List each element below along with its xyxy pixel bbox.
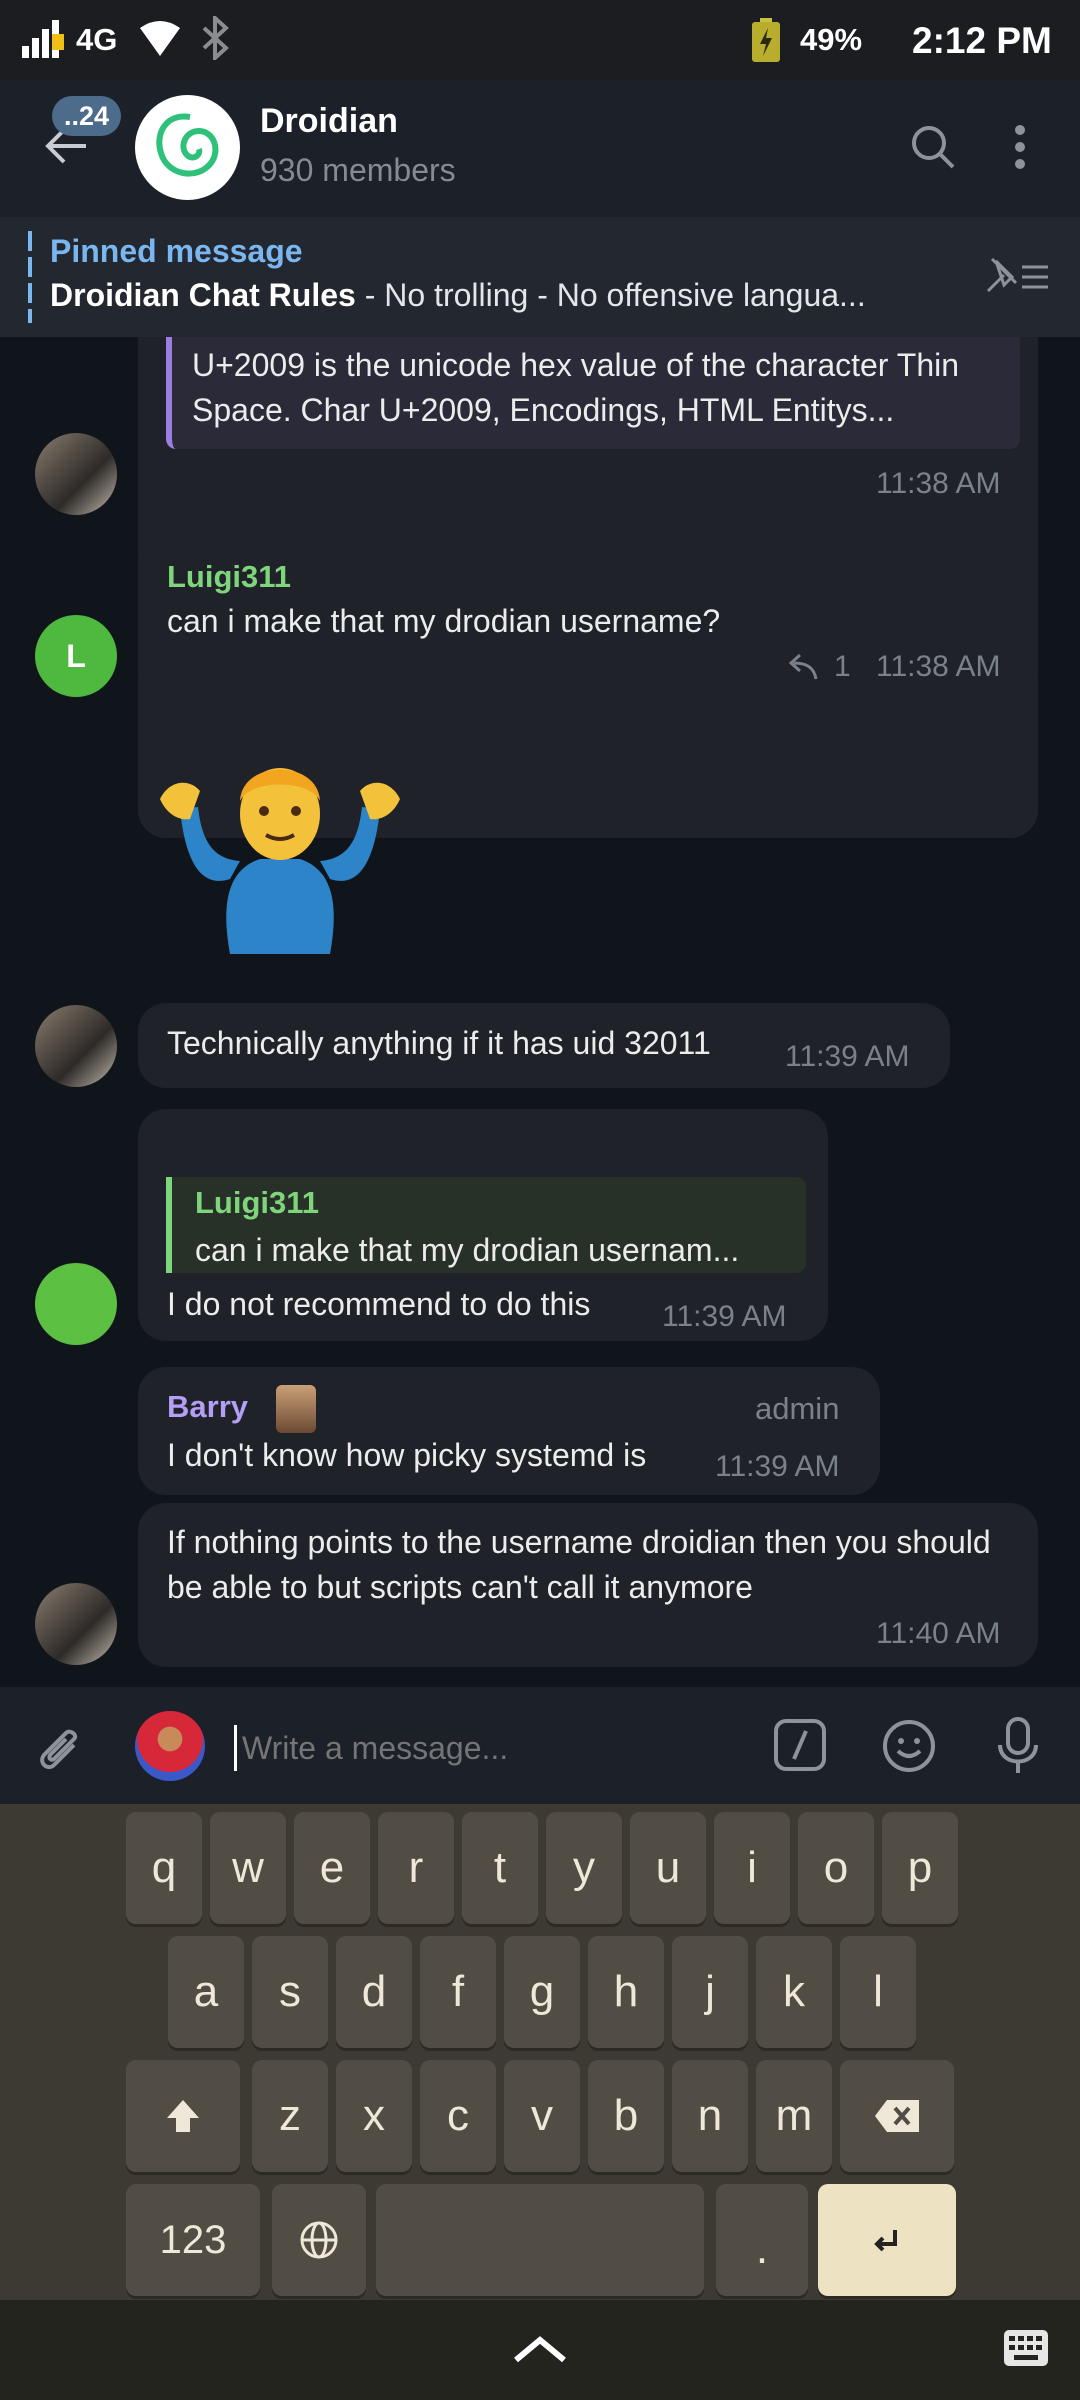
message-text: can i make that my drodian username? (167, 603, 721, 639)
key-d[interactable]: d (336, 1936, 412, 2048)
key-j[interactable]: j (672, 1936, 748, 2048)
numbers-key[interactable]: 123 (126, 2184, 260, 2296)
key-q[interactable]: q (126, 1812, 202, 1924)
mic-icon[interactable] (996, 1717, 1040, 1775)
user-avatar[interactable] (35, 1005, 117, 1087)
message-time: 11:38 AM (876, 467, 1001, 500)
message-author[interactable]: Luigi311 (167, 559, 291, 595)
enter-key[interactable] (818, 2184, 956, 2296)
key-z[interactable]: z (252, 2060, 328, 2172)
more-vert-icon[interactable] (1012, 124, 1028, 170)
message-composer (0, 1687, 1080, 1804)
bluetooth-icon (200, 16, 230, 60)
message-list[interactable]: U+2009 is the unicode hex value of the c… (0, 337, 1080, 1687)
message-time: 11:39 AM (785, 1040, 910, 1073)
key-k[interactable]: k (756, 1936, 832, 2048)
pinned-label: Pinned message (50, 233, 303, 269)
command-icon[interactable] (774, 1719, 826, 1771)
key-f[interactable]: f (420, 1936, 496, 2048)
key-y[interactable]: y (546, 1812, 622, 1924)
status-bar: 4G 49% 2:12 PM (0, 0, 1080, 80)
shift-key[interactable] (126, 2060, 240, 2172)
key-a[interactable]: a (168, 1936, 244, 2048)
search-icon[interactable] (910, 124, 956, 170)
pinned-preview: - No trolling - No offensive langua... (355, 277, 866, 313)
chat-title[interactable]: Droidian (260, 102, 398, 141)
key-b[interactable]: b (588, 2060, 664, 2172)
user-avatar[interactable] (35, 1583, 117, 1665)
self-avatar[interactable] (135, 1711, 205, 1781)
pinned-indicator (28, 231, 32, 323)
message-text: I don't know how picky systemd is (167, 1437, 647, 1473)
text-cursor (234, 1725, 237, 1771)
user-avatar[interactable]: L (35, 615, 117, 697)
key-e[interactable]: e (294, 1812, 370, 1924)
key-u[interactable]: u (630, 1812, 706, 1924)
emoji-icon[interactable] (882, 1719, 936, 1773)
shrug-sticker[interactable] (160, 749, 400, 969)
battery-percent: 49% (800, 22, 863, 57)
message-time: 11:39 AM (662, 1300, 787, 1333)
quote-author: Luigi311 (195, 1185, 320, 1220)
key-p[interactable]: p (882, 1812, 958, 1924)
message-text: Technically anything if it has uid 32011 (167, 1025, 711, 1061)
group-avatar[interactable] (135, 95, 240, 200)
network-type: 4G (76, 22, 118, 57)
shift-icon (167, 2100, 199, 2132)
reply-count[interactable]: 1 (834, 650, 851, 684)
backspace-key[interactable] (840, 2060, 954, 2172)
key-h[interactable]: h (588, 1936, 664, 2048)
chat-header: ..24 Droidian 930 members (0, 80, 1080, 217)
user-avatar[interactable] (35, 1263, 117, 1345)
key-o[interactable]: o (798, 1812, 874, 1924)
wifi-icon (140, 20, 180, 56)
enter-icon (874, 2230, 897, 2252)
unpin-list-icon[interactable] (982, 251, 1052, 301)
admin-badge: admin (755, 1391, 840, 1426)
user-avatar[interactable] (35, 433, 117, 515)
pinned-message-bar[interactable]: Pinned message Droidian Chat Rules - No … (0, 217, 1080, 337)
key-v[interactable]: v (504, 2060, 580, 2172)
period-key[interactable]: . (716, 2184, 808, 2296)
pinned-content: Droidian Chat Rules - No trolling - No o… (50, 277, 950, 314)
language-key[interactable] (272, 2184, 366, 2296)
key-w[interactable]: w (210, 1812, 286, 1924)
user-emoji-badge (276, 1385, 316, 1433)
battery-icon (752, 18, 780, 62)
message-input[interactable] (240, 1721, 744, 1775)
message-time: 11:40 AM (876, 1617, 1001, 1650)
member-count: 930 members (260, 152, 456, 188)
unread-badge: ..24 (52, 96, 122, 136)
message-author[interactable]: Barry (167, 1389, 248, 1425)
clock: 2:12 PM (912, 20, 1052, 61)
soft-keyboard: q w e r t y u i o p a s d f g h j k l z … (0, 1804, 1080, 2300)
pinned-title: Droidian Chat Rules (50, 277, 356, 313)
key-m[interactable]: m (756, 2060, 832, 2172)
key-n[interactable]: n (672, 2060, 748, 2172)
message-text: I do not recommend to do this (167, 1286, 591, 1322)
key-r[interactable]: r (378, 1812, 454, 1924)
signal-icon (22, 20, 64, 58)
keyboard-icon[interactable] (1004, 2330, 1048, 2366)
attach-icon[interactable] (34, 1723, 84, 1773)
nav-up-icon[interactable] (512, 2334, 568, 2364)
key-t[interactable]: t (462, 1812, 538, 1924)
message-time: 11:39 AM (715, 1450, 840, 1483)
key-l[interactable]: l (840, 1936, 916, 2048)
key-x[interactable]: x (336, 2060, 412, 2172)
key-c[interactable]: c (420, 2060, 496, 2172)
key-s[interactable]: s (252, 1936, 328, 2048)
reply-icon[interactable] (786, 653, 818, 681)
key-i[interactable]: i (714, 1812, 790, 1924)
backspace-icon (875, 2100, 919, 2132)
key-g[interactable]: g (504, 1936, 580, 2048)
message-text: If nothing points to the username droidi… (167, 1524, 991, 1605)
globe-icon (300, 2221, 338, 2259)
space-key[interactable] (376, 2184, 704, 2296)
quote-text: can i make that my drodian usernam... (195, 1232, 740, 1268)
avatar-letter: L (66, 638, 86, 674)
message-time: 11:38 AM (876, 650, 1001, 683)
navigation-bar (0, 2300, 1080, 2400)
quote-text: U+2009 is the unicode hex value of the c… (192, 347, 960, 428)
